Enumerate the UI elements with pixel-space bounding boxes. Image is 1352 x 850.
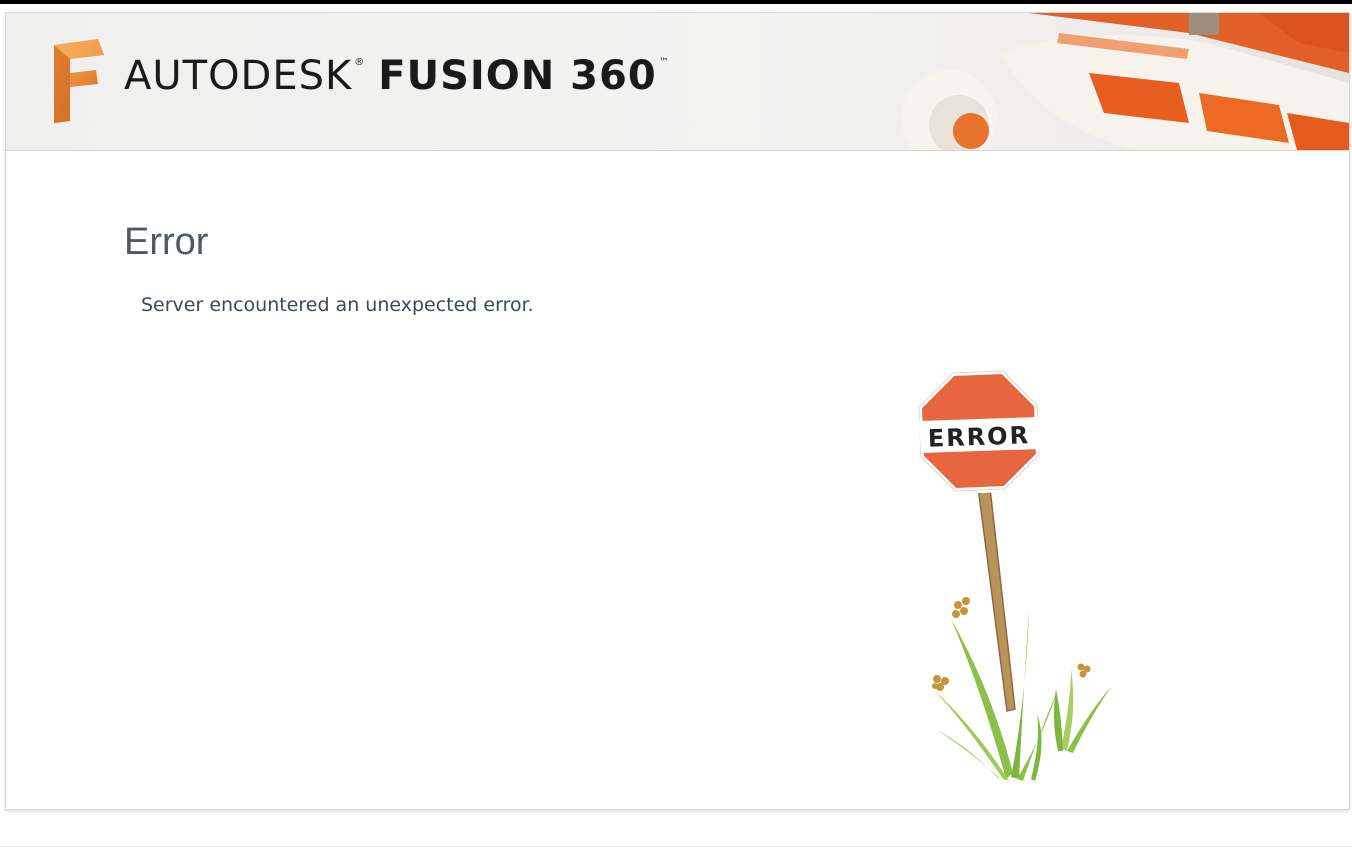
error-sign-illustration: ERROR (915, 369, 1111, 781)
grass-tuft (933, 609, 1111, 781)
flower-right (1077, 663, 1091, 678)
brand-trademark: ™ (658, 57, 669, 68)
error-page-card: AUTODESK ® FUSION 360 ™ Error Server enc… (5, 12, 1350, 810)
sign-label: ERROR (927, 421, 1030, 453)
window-top-edge (0, 0, 1352, 4)
fusion-360-logo-icon (54, 39, 104, 123)
page-bottom-divider (0, 846, 1352, 847)
flower-bottom-left (932, 675, 949, 691)
product-wordmark: AUTODESK ® FUSION 360 ™ (124, 53, 669, 109)
error-message: Server encountered an unexpected error. (141, 294, 534, 316)
error-title: Error (124, 221, 209, 263)
brand-autodesk: AUTODESK (124, 53, 353, 99)
sign-post (976, 478, 1016, 712)
brand-registered-mark: ® (354, 57, 365, 68)
flower-left (952, 597, 970, 618)
banner-product-render (889, 13, 1349, 150)
brand-fusion-360: FUSION 360 (378, 53, 657, 99)
product-banner: AUTODESK ® FUSION 360 ™ (6, 13, 1349, 151)
